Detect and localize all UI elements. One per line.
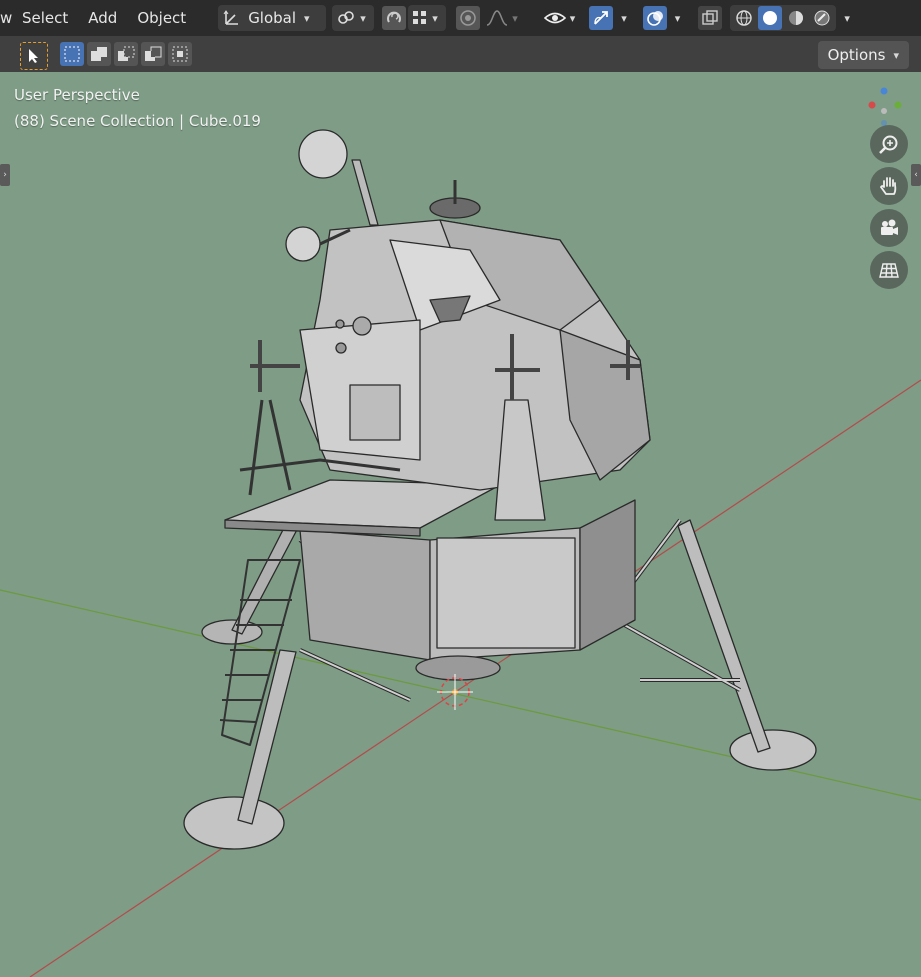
select-extend-icon [90,45,108,63]
gizmo-toggle[interactable] [589,6,614,30]
camera-view-icon [878,217,900,239]
visibility-dropdown[interactable]: ▾ [540,5,580,31]
menu-select[interactable]: Select [12,0,78,36]
chevron-down-icon: ▾ [893,48,899,62]
pan-hand-icon [878,175,900,197]
shading-mode-group [730,5,837,31]
viewport-perspective-label: User Perspective [14,86,140,104]
falloff-curve-icon [486,9,508,27]
xray-icon [701,9,719,27]
ortho-grid-icon [878,259,900,281]
zoom-button[interactable] [870,125,908,163]
select-intersect-button[interactable] [168,42,192,66]
select-subtract-button[interactable] [114,42,138,66]
chevron-down-icon: ▾ [304,11,310,25]
chevron-down-icon: ▾ [360,11,366,25]
ortho-toggle-button[interactable] [870,251,908,289]
material-preview-button[interactable] [784,6,808,30]
transform-orientation-icon [222,8,242,28]
menu-object[interactable]: Object [127,0,196,36]
options-dropdown[interactable]: Options ▾ [817,41,909,69]
solid-shading-button[interactable] [758,6,783,30]
snap-target-dropdown[interactable]: ▾ [408,5,447,31]
select-subtract-icon [117,45,135,63]
overlays-toggle[interactable] [642,6,667,30]
chevron-down-icon: ▾ [512,11,518,25]
select-new-button[interactable] [60,42,84,66]
eye-visibility-icon [543,9,566,27]
selection-mode-group [60,42,192,66]
snap-magnet-icon [385,9,403,27]
snap-toggle[interactable] [382,6,407,30]
pan-button[interactable] [870,167,908,205]
shading-dropdown-chevron[interactable]: ▾ [844,12,850,25]
xray-toggle[interactable] [698,6,723,30]
lunar-module-model [183,129,817,850]
active-tool-button[interactable] [20,42,48,70]
rendered-shading-icon [813,9,831,27]
snap-target-icon [412,10,428,26]
menu-view[interactable]: w [0,0,12,36]
pivot-point-icon [336,8,356,28]
select-new-icon [63,45,81,63]
pivot-point-dropdown[interactable]: ▾ [332,5,375,31]
chevron-down-icon: ▾ [432,11,438,25]
toolbar-expand-tab[interactable]: › [0,164,10,186]
menu-add[interactable]: Add [78,0,127,36]
select-invert-icon [144,45,162,63]
transform-orientation-dropdown[interactable]: Global ▾ [218,5,327,31]
select-invert-button[interactable] [141,42,165,66]
chevron-down-icon: ▾ [569,11,576,25]
solid-shading-icon [761,9,779,27]
navigation-gizmo [868,87,902,126]
sidebar-expand-tab[interactable]: ‹ [911,164,921,186]
proportional-edit-icon [459,9,477,27]
viewport-collection-label: (88) Scene Collection | Cube.019 [14,112,261,130]
proportional-edit-toggle[interactable] [456,6,481,30]
overlays-icon [646,9,664,27]
wireframe-shading-button[interactable] [732,6,756,30]
gizmo-icon [592,9,610,27]
select-cursor-icon [27,48,41,64]
zoom-icon [878,133,900,155]
3d-viewport[interactable]: › ‹ User Perspective (88) Scene Collecti… [0,72,921,977]
scene-canvas [0,87,921,977]
select-intersect-icon [171,45,189,63]
camera-view-button[interactable] [870,209,908,247]
viewport-header: w Select Add Object Global ▾ ▾ ▾ ▾ ▾ ▾ ▾… [0,0,921,36]
options-label: Options [827,46,886,64]
gizmo-dropdown-chevron[interactable]: ▾ [621,12,627,25]
rendered-shading-button[interactable] [810,6,834,30]
falloff-dropdown[interactable]: ▾ [482,5,522,31]
overlays-dropdown-chevron[interactable]: ▾ [675,12,681,25]
wireframe-shading-icon [735,9,753,27]
orientation-label: Global [248,9,297,27]
material-preview-icon [787,9,805,27]
select-extend-button[interactable] [87,42,111,66]
